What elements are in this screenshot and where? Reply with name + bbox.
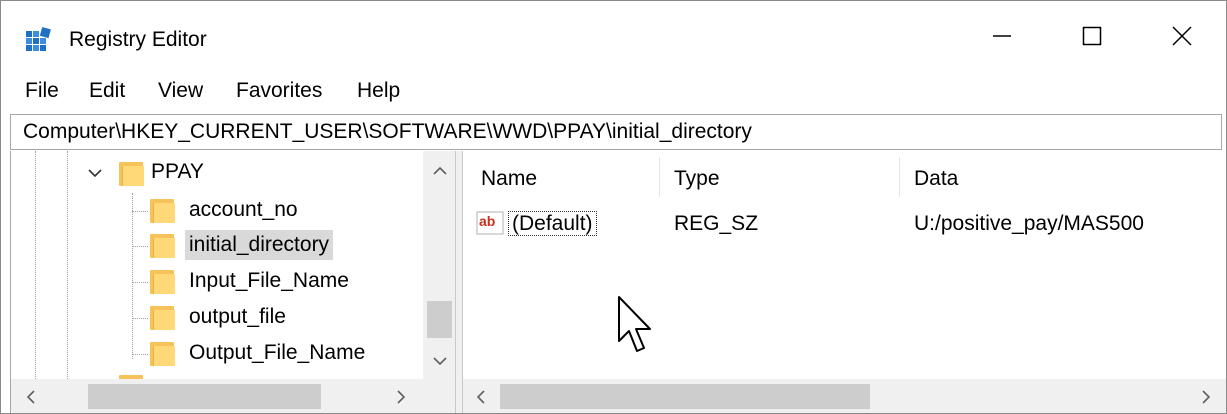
tree-item-ppay[interactable]: PPAY xyxy=(147,157,208,187)
address-bar[interactable]: Computer\HKEY_CURRENT_USER\SOFTWARE\WWD\… xyxy=(10,114,1222,150)
key-tree-pane[interactable]: PPAY account_no initial_directory Input_… xyxy=(10,151,456,413)
tree-item-output-file-name[interactable]: Output_File_Name xyxy=(185,338,369,368)
tree-guide-line xyxy=(132,193,133,359)
tree-horizontal-scroll-thumb[interactable] xyxy=(88,384,321,409)
values-list-pane[interactable]: Name Type Data ab (Default) REG_SZ U:/po… xyxy=(463,151,1226,413)
string-value-icon: ab xyxy=(476,211,504,235)
value-type: REG_SZ xyxy=(674,212,759,235)
folder-icon xyxy=(150,306,175,330)
maximize-button[interactable] xyxy=(1047,1,1137,71)
folder-icon xyxy=(150,342,175,366)
window-title: Registry Editor xyxy=(69,28,207,51)
registry-editor-window: Registry Editor File Edit View Favorites… xyxy=(0,0,1227,414)
scroll-left-icon[interactable] xyxy=(25,389,37,405)
scroll-left-icon[interactable] xyxy=(475,389,487,405)
menu-favorites[interactable]: Favorites xyxy=(236,77,322,105)
mouse-cursor-icon xyxy=(618,296,651,352)
tree-guide-line xyxy=(132,211,148,212)
close-icon xyxy=(1172,26,1192,46)
tree-guide-line xyxy=(132,282,148,283)
address-path[interactable]: Computer\HKEY_CURRENT_USER\SOFTWARE\WWD\… xyxy=(23,118,752,146)
tree-guide-line xyxy=(132,318,148,319)
column-header-data[interactable]: Data xyxy=(914,164,958,194)
column-separator[interactable] xyxy=(659,157,660,197)
tree-item-account-no[interactable]: account_no xyxy=(185,195,302,225)
value-data: U:/positive_pay/MAS500 xyxy=(914,212,1144,235)
folder-icon xyxy=(119,162,144,186)
registry-editor-icon xyxy=(26,27,51,51)
folder-icon xyxy=(150,199,175,223)
column-header-name[interactable]: Name xyxy=(481,164,537,194)
folder-icon xyxy=(150,270,175,294)
folder-icon xyxy=(150,234,175,258)
minimize-button[interactable] xyxy=(957,1,1047,71)
title-bar[interactable]: Registry Editor xyxy=(1,1,1226,71)
tree-vertical-scroll-thumb[interactable] xyxy=(427,301,452,338)
column-separator[interactable] xyxy=(899,157,900,197)
minimize-icon xyxy=(993,35,1011,37)
tree-item-input-file-name[interactable]: Input_File_Name xyxy=(185,266,353,296)
close-button[interactable] xyxy=(1137,1,1226,71)
scroll-right-icon[interactable] xyxy=(1200,389,1212,405)
maximize-icon xyxy=(1082,26,1102,46)
tree-vertical-scrollbar[interactable] xyxy=(423,151,456,379)
tree-item-initial-directory[interactable]: initial_directory xyxy=(185,230,334,260)
scroll-down-icon[interactable] xyxy=(432,355,448,367)
tree-item-output-file[interactable]: output_file xyxy=(185,302,290,332)
menu-bar: File Edit View Favorites Help xyxy=(1,71,1226,111)
menu-view[interactable]: View xyxy=(158,77,203,105)
pane-splitter[interactable] xyxy=(455,151,463,413)
scroll-right-icon[interactable] xyxy=(395,389,407,405)
menu-edit[interactable]: Edit xyxy=(89,77,125,105)
list-horizontal-scroll-thumb[interactable] xyxy=(500,384,870,409)
scroll-up-icon[interactable] xyxy=(432,165,448,177)
tree-guide-line xyxy=(132,246,148,247)
value-name-default[interactable]: (Default) xyxy=(508,211,597,236)
tree-guide-line xyxy=(132,354,148,355)
tree-horizontal-scrollbar[interactable] xyxy=(11,379,456,413)
menu-help[interactable]: Help xyxy=(357,77,400,105)
tree-guide-line xyxy=(35,151,36,379)
menu-file[interactable]: File xyxy=(25,77,59,105)
column-header-type[interactable]: Type xyxy=(674,164,720,194)
list-horizontal-scrollbar[interactable] xyxy=(463,379,1226,413)
tree-guide-line xyxy=(67,151,68,379)
svg-text:ab: ab xyxy=(479,213,495,229)
chevron-down-icon[interactable] xyxy=(87,167,103,179)
